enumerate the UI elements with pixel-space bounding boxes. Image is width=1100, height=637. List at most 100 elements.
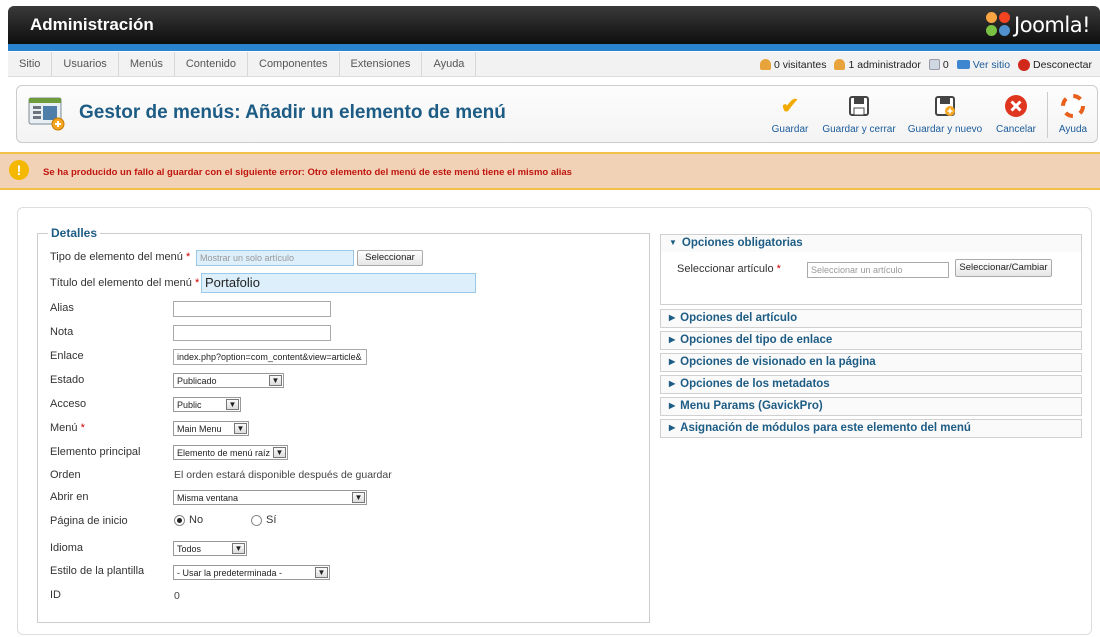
triangle-right-icon: ▶ [669,313,676,322]
language-select[interactable]: Todos ▼ [173,541,247,556]
toolbar-divider [1047,92,1048,138]
panel-menu-params[interactable]: ▶ Menu Params (GavickPro) [660,397,1082,416]
state-select[interactable]: Publicado ▼ [173,373,284,388]
admin-header: Administración Joomla! [8,6,1100,44]
link-label: Enlace [50,350,84,362]
admin-title: Administración [30,15,154,34]
menu-select[interactable]: Main Menu ▼ [173,421,249,436]
save-button[interactable]: ✔ Guardar [767,92,813,135]
alias-input[interactable] [173,301,331,317]
panel-module-assignment[interactable]: ▶ Asignación de módulos para este element… [660,419,1082,438]
parent-label: Elemento principal [50,446,141,458]
link-input[interactable]: index.php?option=com_content&view=articl… [173,349,367,365]
home-yes-radio[interactable]: Sí [251,514,276,526]
admins-status: 1 administrador [834,59,921,71]
header-accent-bar [8,44,1100,51]
dropdown-arrow-icon: ▼ [269,375,282,386]
radio-selected-icon [174,514,185,526]
save-close-button[interactable]: Guardar y cerrar [821,92,897,135]
triangle-right-icon: ▶ [669,423,676,432]
user-icon [759,59,771,70]
view-site-link[interactable]: Ver sitio [956,59,1010,71]
dropdown-arrow-icon: ▼ [234,423,247,434]
menu-item-componentes[interactable]: Componentes [248,52,340,77]
home-no-radio[interactable]: No [174,514,203,526]
error-message-bar: ! Se ha producido un fallo al guardar co… [0,152,1100,190]
language-label: Idioma [50,542,84,554]
note-input[interactable] [173,325,331,341]
open-select[interactable]: Misma ventana ▼ [173,490,367,505]
home-label: Página de inicio [50,515,128,527]
id-value: 0 [174,590,180,602]
dropdown-arrow-icon: ▼ [352,492,365,503]
messages-status[interactable]: 0 [928,59,949,71]
mail-icon [928,59,940,70]
panel-page-display-options[interactable]: ▶ Opciones de visionado en la página [660,353,1082,372]
status-area: 0 visitantes 1 administrador 0 Ver sitio… [759,52,1092,77]
joomla-logo[interactable]: Joomla! [986,11,1090,39]
menu-item-menus[interactable]: Menús [119,52,175,77]
help-lifebuoy-icon [1059,92,1087,120]
monitor-icon [956,60,970,69]
checkmark-icon: ✔ [780,93,800,118]
alias-label: Alias [50,302,74,314]
menu-item-ayuda[interactable]: Ayuda [422,52,477,77]
panel-metadata-options[interactable]: ▶ Opciones de los metadatos [660,375,1082,394]
cancel-icon [1002,92,1030,120]
dropdown-arrow-icon: ▼ [226,399,239,410]
access-label: Acceso [50,398,87,410]
dropdown-arrow-icon: ▼ [232,543,245,554]
menu-item-extensiones[interactable]: Extensiones [340,52,423,77]
select-article-label: Seleccionar artículo * [677,263,781,275]
save-close-icon [845,92,873,120]
warning-icon: ! [9,160,29,180]
page-title: Gestor de menús: Añadir un elemento de m… [79,102,506,123]
menu-item-usuarios[interactable]: Usuarios [52,52,119,77]
error-message: Se ha producido un fallo al guardar con … [43,167,572,178]
open-label: Abrir en [50,491,89,503]
panel-link-type-options[interactable]: ▶ Opciones del tipo de enlace [660,331,1082,350]
order-info: El orden estará disponible después de gu… [174,469,392,481]
menu-item-contenido[interactable]: Contenido [175,52,248,77]
triangle-right-icon: ▶ [669,401,676,410]
toolbar: Gestor de menús: Añadir un elemento de m… [16,85,1098,143]
main-menu-bar: Sitio Usuarios Menús Contenido Component… [8,52,1100,77]
type-field[interactable]: Mostrar un solo artículo [196,250,354,266]
template-label: Estilo de la plantilla [50,565,145,577]
title-label: Título del elemento del menú * [50,277,200,289]
triangle-right-icon: ▶ [669,335,676,344]
menu-manager-icon [28,97,65,131]
triangle-right-icon: ▶ [669,357,676,366]
id-label: ID [50,589,61,601]
panel-mandatory-options[interactable]: ▼ Opciones obligatorias [660,234,1082,253]
note-label: Nota [50,326,74,338]
parent-select[interactable]: Elemento de menú raíz ▼ [173,445,288,460]
joomla-logo-icon [986,12,1012,38]
template-select[interactable]: - Usar la predeterminada - ▼ [173,565,330,580]
save-new-icon [931,92,959,120]
access-select[interactable]: Public ▼ [173,397,241,412]
menu-label: Menú * [50,422,85,434]
order-label: Orden [50,469,81,481]
triangle-down-icon: ▼ [669,238,677,247]
title-input[interactable]: Portafolio [201,273,476,293]
triangle-right-icon: ▶ [669,379,676,388]
type-label: Tipo de elemento del menú * [50,251,191,263]
cancel-button[interactable]: Cancelar [993,92,1039,135]
details-legend: Detalles [48,226,101,240]
save-new-button[interactable]: Guardar y nuevo [907,92,983,135]
dropdown-arrow-icon: ▼ [315,567,328,578]
logout-icon [1018,58,1031,71]
admin-user-icon [834,59,846,70]
visitors-status: 0 visitantes [759,59,826,71]
select-type-button[interactable]: Seleccionar [357,250,423,266]
select-article-input[interactable]: Seleccionar un artículo [807,262,949,278]
help-button[interactable]: Ayuda [1053,92,1093,135]
dropdown-arrow-icon: ▼ [273,447,286,458]
logout-link[interactable]: Desconectar [1018,58,1092,71]
joomla-logo-text: Joomla! [1014,13,1090,37]
select-change-button[interactable]: Seleccionar/Cambiar [955,259,1052,277]
panel-article-options[interactable]: ▶ Opciones del artículo [660,309,1082,328]
radio-unselected-icon [251,514,262,526]
menu-item-sitio[interactable]: Sitio [8,52,53,77]
